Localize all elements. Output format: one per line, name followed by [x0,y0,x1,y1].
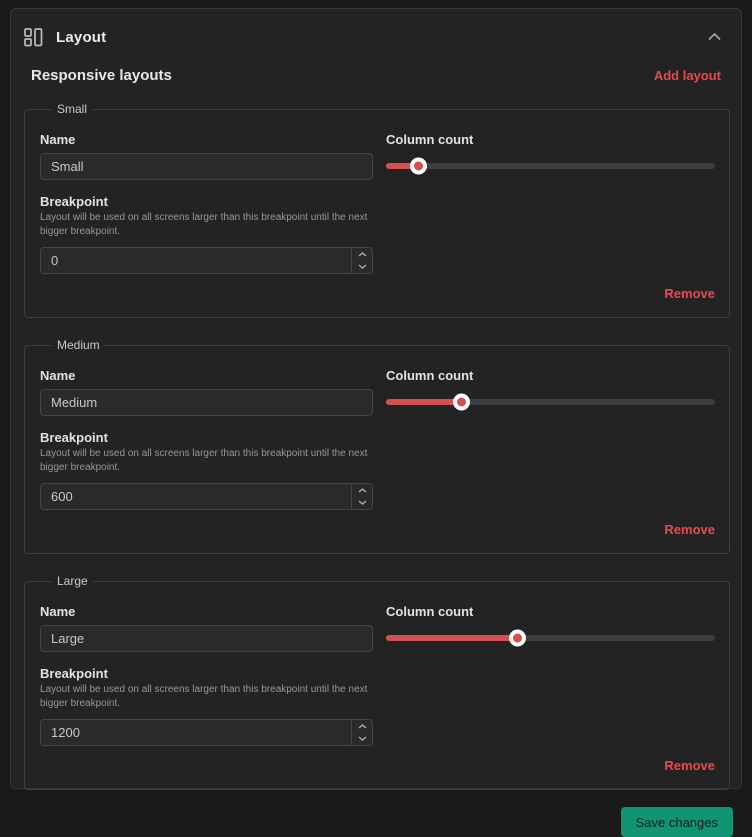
slider-fill [386,399,462,405]
breakpoint-number-input [40,483,373,510]
breakpoint-spinner [351,248,372,273]
name-input[interactable] [40,625,373,652]
layout-icon [23,27,43,47]
column-count-slider[interactable] [386,635,715,641]
name-input[interactable] [40,153,373,180]
layout-panel: Layout Responsive layouts Add layout Sma… [10,8,742,789]
slider-fill [386,635,518,641]
collapse-button[interactable] [706,31,723,43]
add-layout-button[interactable]: Add layout [654,68,721,83]
remove-button[interactable]: Remove [664,522,715,537]
name-label: Name [40,368,373,383]
chevron-up-icon [708,33,721,41]
breakpoint-label: Breakpoint [40,430,373,445]
spinner-up-button[interactable] [352,484,372,497]
breakpoint-spinner [351,484,372,509]
spinner-up-button[interactable] [352,720,372,733]
layout-legend: Medium [52,338,105,352]
slider-thumb[interactable] [509,630,526,647]
panel-header: Layout [11,9,741,51]
breakpoint-help: Layout will be used on all screens large… [40,211,370,239]
spinner-up-button[interactable] [352,248,372,261]
breakpoint-label: Breakpoint [40,666,373,681]
spinner-down-button[interactable] [352,261,372,274]
layout-legend: Large [52,574,93,588]
panel-title: Layout [56,29,106,46]
slider-thumb[interactable] [453,394,470,411]
breakpoint-label: Breakpoint [40,194,373,209]
remove-button[interactable]: Remove [664,758,715,773]
name-label: Name [40,604,373,619]
column-count-label: Column count [386,368,715,383]
spinner-down-button[interactable] [352,733,372,746]
name-input[interactable] [40,389,373,416]
name-label: Name [40,132,373,147]
spinner-down-button[interactable] [352,497,372,510]
column-count-slider[interactable] [386,399,715,405]
layout-fieldset-small: Small Name Breakpoint Layout will be use… [24,102,730,318]
column-count-slider[interactable] [386,163,715,169]
responsive-layouts-heading: Responsive layouts [31,67,172,84]
breakpoint-spinner [351,720,372,745]
breakpoint-number-input [40,247,373,274]
column-count-label: Column count [386,132,715,147]
breakpoint-number-input [40,719,373,746]
layout-fieldset-large: Large Name Breakpoint Layout will be use… [24,574,730,790]
slider-fill [386,163,419,169]
breakpoint-input[interactable] [41,248,351,273]
breakpoint-input[interactable] [41,720,351,745]
layout-fieldset-medium: Medium Name Breakpoint Layout will be us… [24,338,730,554]
breakpoint-help: Layout will be used on all screens large… [40,447,370,475]
responsive-layouts-section-header: Responsive layouts Add layout [31,67,721,84]
panel-footer: Save changes [19,807,733,837]
column-count-label: Column count [386,604,715,619]
remove-button[interactable]: Remove [664,286,715,301]
slider-thumb[interactable] [410,158,427,175]
save-changes-button[interactable]: Save changes [621,807,733,837]
layout-legend: Small [52,102,92,116]
breakpoint-help: Layout will be used on all screens large… [40,683,370,711]
breakpoint-input[interactable] [41,484,351,509]
